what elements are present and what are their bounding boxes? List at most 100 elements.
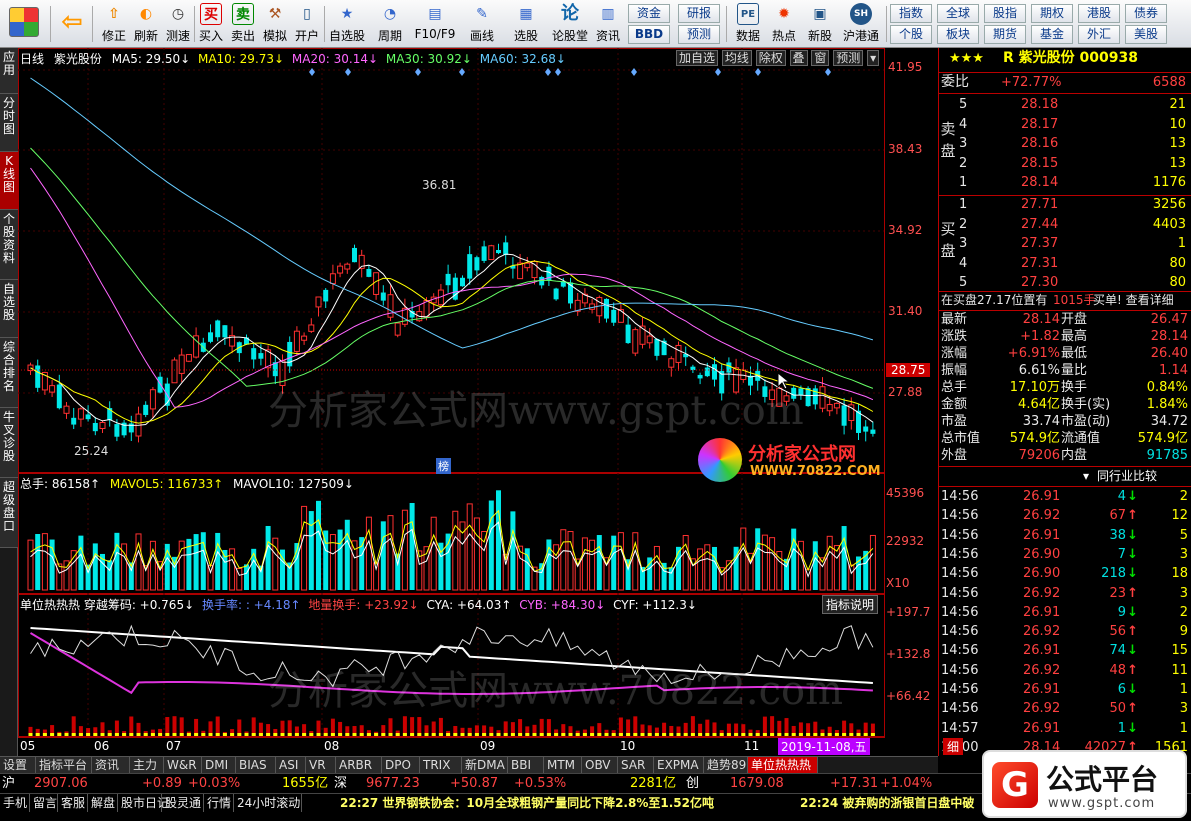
indicator-tab[interactable]: 主力 — [130, 757, 164, 774]
toolbar-button-new-stock[interactable]: ▣ 新股 — [804, 2, 836, 46]
market-global-button[interactable]: 全球 — [937, 4, 979, 23]
market-index-futures-button[interactable]: 股指 — [984, 4, 1026, 23]
sell-level-row[interactable]: 2 28.15 13 — [939, 155, 1191, 172]
indicator-tab[interactable]: 资讯 — [92, 757, 130, 774]
order-queue-row[interactable]: 在买盘27.17位置有 1015手 买单! 查看详细 — [939, 292, 1191, 309]
app-grid-button[interactable] — [4, 2, 44, 46]
toolbar-button-draw[interactable]: ✎ 画线 — [462, 2, 502, 46]
news-ticker-2[interactable]: 22:24 被弃购的浙银首日盘中破 — [800, 794, 974, 812]
market-bonds-button[interactable]: 债券 — [1125, 4, 1167, 23]
indicator-tab[interactable]: 设置 — [0, 757, 36, 774]
toolbar-button-period[interactable]: ◔ 周期 — [370, 2, 410, 46]
market-options-button[interactable]: 期权 — [1031, 4, 1073, 23]
market-index-button[interactable]: 指数 — [890, 4, 932, 23]
tab-super-orderbook[interactable]: 超级盘口 — [0, 478, 18, 548]
market-us-button[interactable]: 美股 — [1125, 25, 1167, 44]
tab-detail[interactable]: 细 — [943, 738, 964, 755]
exright-button[interactable]: 除权 — [755, 50, 786, 66]
indicator-tab[interactable]: SAR — [618, 757, 654, 774]
toolbar-button-hk-connect[interactable]: SH 沪港通 — [840, 2, 882, 46]
overlay-button[interactable]: 叠 — [789, 50, 808, 66]
chevron-down-icon[interactable]: ▾ — [867, 50, 880, 66]
indicator-tab[interactable]: TRIX — [420, 757, 462, 774]
tab-ranking[interactable]: 综合排名 — [0, 338, 18, 408]
toolbar-button-simulate[interactable]: ⚒ 模拟 — [260, 2, 290, 46]
news-ticker[interactable]: 22:27 世界钢铁协会：10月全球粗钢产量同比下降2.8%至1.52亿吨 — [340, 794, 714, 812]
buy-level-row[interactable]: 5 27.30 80 — [939, 274, 1191, 291]
indicator-tab[interactable]: 新DMA — [462, 757, 508, 774]
indicator-tab[interactable]: ASI — [276, 757, 306, 774]
indicator-bar-base — [86, 733, 91, 736]
market-hk-button[interactable]: 港股 — [1078, 4, 1120, 23]
indicator-tab[interactable]: MTM — [544, 757, 582, 774]
status-item[interactable]: 手机 — [0, 794, 30, 812]
sell-level-row[interactable]: 4 28.17 10 — [939, 116, 1191, 133]
kline-chart-area[interactable]: 日线 紫光股份 MA5: 29.50↓ MA10: 29.73↓ MA20: 3… — [18, 48, 938, 756]
market-funds-button[interactable]: 基金 — [1031, 25, 1073, 44]
toolbar-button-f10[interactable]: ▤ F10/F9 — [412, 2, 458, 46]
market-forex-button[interactable]: 外汇 — [1078, 25, 1120, 44]
status-item[interactable]: 留言 — [30, 794, 58, 812]
sell-level-row[interactable]: 1 28.14 1176 — [939, 174, 1191, 191]
sell-level-row[interactable]: 3 28.16 13 — [939, 135, 1191, 152]
toolbar-button-data[interactable]: PE 数据 — [732, 2, 764, 46]
tab-apps[interactable]: 应用 — [0, 48, 18, 94]
indicator-tab[interactable]: BIAS — [236, 757, 276, 774]
indicator-tab[interactable]: 单位热热热 — [748, 757, 818, 774]
indicator-tab[interactable]: 指标平台 — [36, 757, 92, 774]
buy-level-row[interactable]: 3 27.37 1 — [939, 235, 1191, 252]
toolbar-button-refresh[interactable]: ◐ 刷新 — [130, 2, 162, 46]
chevron-down-icon[interactable]: ▾ — [1083, 468, 1089, 485]
market-sectors-button[interactable]: 板块 — [937, 25, 979, 44]
toolbar-button-open-account[interactable]: ▯ 开户 — [292, 2, 322, 46]
toolbar-button-buy[interactable]: 买买入 — [196, 2, 226, 46]
forecast-tool-button[interactable]: 预测 — [833, 50, 864, 66]
status-item[interactable]: 股灵通 — [162, 794, 204, 812]
tab-kline[interactable]: K线图 — [0, 152, 18, 210]
ma-setting-button[interactable]: 均线 — [721, 50, 752, 66]
volume-bar-up — [769, 537, 776, 591]
tab-peer-compare[interactable]: 同行业比较 — [1097, 468, 1157, 485]
research-button[interactable]: 研报 — [678, 4, 720, 23]
tab-watchlist[interactable]: 自选股 — [0, 280, 18, 338]
indicator-help-button[interactable]: 指标说明 — [822, 595, 879, 614]
indicator-tab[interactable]: 趋势89 — [704, 757, 748, 774]
forecast-button[interactable]: 预测 — [678, 25, 720, 44]
toolbar-button-speedtest[interactable]: ◷ 测速 — [162, 2, 194, 46]
buy-level-row[interactable]: 4 27.31 80 — [939, 255, 1191, 272]
status-item[interactable]: 24小时滚动 — [234, 794, 302, 812]
window-button[interactable]: 窗 — [811, 50, 830, 66]
status-item[interactable]: 行情 — [204, 794, 234, 812]
buy-level-row[interactable]: 1 27.71 3256 — [939, 196, 1191, 213]
indicator-tab[interactable]: DPO — [382, 757, 420, 774]
funds-button[interactable]: 资金 — [628, 4, 670, 23]
toolbar-button-news[interactable]: ▥ 资讯 — [592, 2, 624, 46]
indicator-tab[interactable]: BBI — [508, 757, 544, 774]
sell-level-row[interactable]: 5 28.18 21 — [939, 96, 1191, 113]
toolbar-button-fix[interactable]: ⇧ 修正 — [96, 2, 132, 46]
toolbar-button-stock-picker[interactable]: ▦ 选股 — [506, 2, 546, 46]
toolbar-button-sell[interactable]: 卖卖出 — [228, 2, 258, 46]
event-marker[interactable]: 榜 — [436, 458, 451, 474]
back-button[interactable]: ⇦ — [54, 2, 90, 46]
status-item[interactable]: 解盘 — [88, 794, 118, 812]
indicator-tab[interactable]: ARBR — [336, 757, 382, 774]
status-item[interactable]: 股市日记 — [118, 794, 169, 812]
buy-level-row[interactable]: 2 27.44 4403 — [939, 216, 1191, 233]
add-watchlist-button[interactable]: 加自选 — [676, 50, 719, 66]
status-item[interactable]: 客服 — [58, 794, 88, 812]
toolbar-button-forum[interactable]: 论论股堂 — [550, 2, 590, 46]
indicator-tab[interactable]: W&R — [164, 757, 202, 774]
tab-diagnosis[interactable]: 牛叉诊股 — [0, 408, 18, 478]
tab-stock-profile[interactable]: 个股资料 — [0, 210, 18, 280]
indicator-tab[interactable]: DMI — [202, 757, 236, 774]
indicator-tab[interactable]: VR — [306, 757, 336, 774]
toolbar-button-hot[interactable]: ✹ 热点 — [768, 2, 800, 46]
tab-intraday[interactable]: 分时图 — [0, 94, 18, 152]
toolbar-button-watchlist[interactable]: ★ 自选股 — [326, 2, 368, 46]
market-stocks-button[interactable]: 个股 — [890, 25, 932, 44]
market-futures-button[interactable]: 期货 — [984, 25, 1026, 44]
bbd-button[interactable]: BBD — [628, 25, 670, 44]
indicator-tab[interactable]: OBV — [582, 757, 618, 774]
indicator-tab[interactable]: EXPMA — [654, 757, 704, 774]
